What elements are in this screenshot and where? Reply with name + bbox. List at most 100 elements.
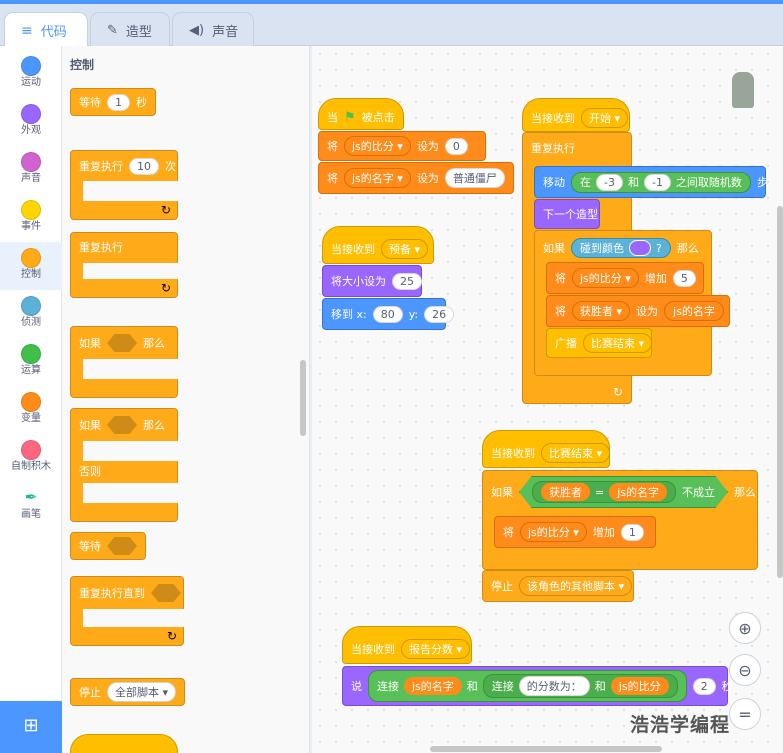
condition-slot[interactable] [107,334,137,352]
palette-scrollbar[interactable] [300,360,306,436]
palette-repeat-until-block[interactable]: 重复执行直到 ↻ [70,576,185,646]
message-dropdown[interactable]: 比赛结束 ▾ [583,333,653,353]
stop-option-dropdown[interactable]: 全部脚本 ▾ [107,682,177,702]
not-operator[interactable]: 获胜者 = js的名字 不成立 [519,476,729,508]
value-input[interactable]: 0 [444,137,468,155]
size-input[interactable]: 25 [392,272,422,290]
seconds-input[interactable]: 2 [692,677,716,695]
workspace-horizontal-scrollbar[interactable] [430,746,662,752]
block-text: 将 [327,172,338,185]
block-text: 被点击 [361,111,395,124]
block-text: 那么 [143,337,165,350]
next-costume-block[interactable]: 下一个造型 [534,199,600,229]
wait-seconds-input[interactable]: 1 [107,93,130,111]
value-input[interactable]: 普通僵尸 [444,168,505,188]
block-text: 那么 [143,419,165,432]
category-events[interactable]: 事件 [0,194,62,242]
palette-wait-until-block[interactable]: 等待 [70,532,146,560]
palette-if-else-block[interactable]: 如果 那么 否则 [70,408,179,522]
value-input[interactable]: 1 [620,523,644,541]
palette-stop-block[interactable]: 停止 全部脚本 ▾ [70,678,186,706]
text-input[interactable]: 的分数为： [518,676,590,696]
condition-slot[interactable] [107,537,137,555]
block-text: 步 [756,176,768,189]
brush-icon: ✎ [107,22,118,38]
condition-slot[interactable] [107,416,137,434]
receive-report-hat[interactable]: 当接收到 报告分数 ▾ [342,626,472,664]
set-size-block[interactable]: 将大小设为 25 [322,265,422,297]
broadcast-block[interactable]: 广播 比赛结束 ▾ [546,328,653,358]
message-dropdown[interactable]: 开始 ▾ [581,108,629,128]
category-my-blocks[interactable]: 自制积木 [0,434,62,482]
stop-other-scripts-block[interactable]: 停止 该角色的其他脚本 ▾ [482,570,634,602]
goto-xy-block[interactable]: 移到 x: 80 y: 26 [322,298,455,330]
receive-end-hat[interactable]: 当接收到 比赛结束 ▾ [482,430,611,468]
receive-start-hat[interactable]: 当接收到 开始 ▾ [522,98,630,132]
category-operators[interactable]: 运算 [0,338,62,386]
message-dropdown[interactable]: 报告分数 ▾ [401,639,471,659]
touching-color-reporter[interactable]: 碰到颜色 ? [571,238,671,258]
y-input[interactable]: 26 [424,305,455,323]
palette-if-then-block[interactable]: 如果 那么 [70,326,179,398]
change-score-block[interactable]: 将 js的比分 ▾ 增加 5 [546,262,704,294]
tab-costumes[interactable]: ✎ 造型 [90,12,170,47]
zoom-out-button[interactable]: ⊖ [729,654,761,686]
move-random-block[interactable]: 移动 在 -3 和 -1 之间取随机数 步 [534,166,768,198]
join-operator-inner[interactable]: 连接 的分数为： 和 js的比分 [482,674,678,698]
receive-ready-hat[interactable]: 当接收到 预备 ▾ [322,226,434,264]
say-for-secs-block[interactable]: 说 连接 js的名字 和 连接 的分数为： 和 js的比分 2 秒 [342,666,733,706]
variable-dropdown[interactable]: js的比分 ▾ [344,136,411,156]
condition-slot[interactable] [151,584,181,602]
set-winner-block[interactable]: 将 获胜者 ▾ 设为 js的名字 [546,295,730,327]
palette-repeat-block[interactable]: 重复执行 10 次 ↻ [70,150,179,220]
category-sensing[interactable]: 侦测 [0,290,62,338]
color-swatch[interactable] [629,240,651,256]
set-name-block[interactable]: 将 js的名字 ▾ 设为 普通僵尸 [318,162,514,194]
palette-wait-block[interactable]: 等待 1 秒 [70,88,156,116]
block-text: 停止 [491,580,513,593]
palette-forever-block[interactable]: 重复执行 ↻ [70,232,179,298]
random-max-input[interactable]: -1 [643,173,671,191]
name-reporter[interactable]: js的名字 [609,483,668,501]
random-min-input[interactable]: -3 [596,173,623,191]
change-score-block-2[interactable]: 将 js的比分 ▾ 增加 1 [494,516,656,548]
palette-hat-block-partial[interactable] [70,734,178,753]
random-reporter[interactable]: 在 -3 和 -1 之间取随机数 [571,171,751,193]
add-extension-button[interactable]: ⊞ [0,701,62,753]
category-motion[interactable]: 运动 [0,50,62,98]
x-input[interactable]: 80 [372,305,403,323]
flag-hat-block[interactable]: 当 ⚑ 被点击 [318,98,404,130]
category-sound[interactable]: 声音 [0,146,62,194]
if-header: 如果 那么 [71,329,173,357]
name-reporter[interactable]: js的名字 [404,677,462,695]
category-pen[interactable]: ✒ 画笔 [0,482,62,530]
zoom-in-button[interactable]: ⊕ [729,612,761,644]
category-looks[interactable]: 外观 [0,98,62,146]
dropdown-value: 比赛结束 [591,337,635,350]
speaker-icon: ◀) [189,22,205,38]
score-reporter[interactable]: js的比分 [610,677,669,695]
repeat-count-input[interactable]: 10 [129,157,159,175]
message-dropdown[interactable]: 比赛结束 ▾ [541,443,611,463]
variable-dropdown[interactable]: js的名字 ▾ [344,168,411,188]
zoom-reset-button[interactable]: = [729,698,761,730]
code-workspace[interactable]: 当 ⚑ 被点击 将 js的比分 ▾ 设为 0 将 js的名字 ▾ 设为 普通僵尸… [312,46,783,753]
tab-sounds[interactable]: ◀) 声音 [172,12,254,47]
block-text: 和 [627,176,639,189]
category-control[interactable]: 控制 [0,242,62,290]
value-input[interactable]: 5 [672,269,696,287]
set-score-block[interactable]: 将 js的比分 ▾ 设为 0 [318,131,486,161]
variable-dropdown[interactable]: js的比分 ▾ [572,268,639,288]
message-dropdown[interactable]: 预备 ▾ [381,239,429,259]
control-dot-icon [21,248,41,268]
variable-dropdown[interactable]: 获胜者 ▾ [572,301,631,321]
variable-dropdown[interactable]: js的比分 ▾ [520,522,587,542]
join-operator[interactable]: 连接 js的名字 和 连接 的分数为： 和 js的比分 [368,670,687,702]
equals-operator[interactable]: 获胜者 = js的名字 [532,481,677,503]
workspace-vertical-scrollbar[interactable] [777,206,783,578]
category-variables[interactable]: 变量 [0,386,62,434]
stop-option-dropdown[interactable]: 该角色的其他脚本 ▾ [519,576,633,596]
tab-code[interactable]: ≡ 代码 [4,12,88,48]
name-variable-reporter[interactable]: js的名字 [664,301,724,321]
winner-reporter[interactable]: 获胜者 [541,483,590,501]
